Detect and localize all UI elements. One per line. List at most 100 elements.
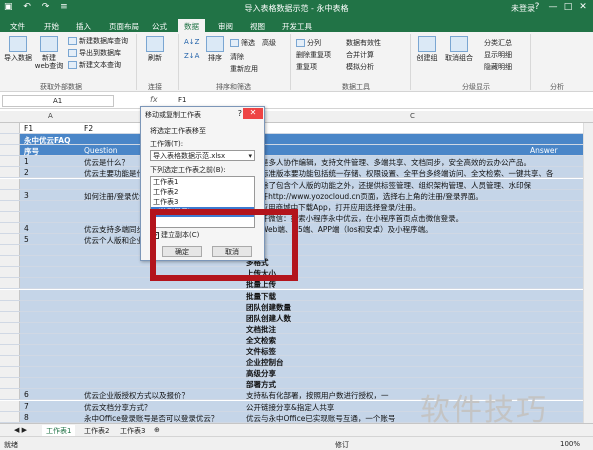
duplicate-items-button[interactable]: 重复项	[296, 62, 317, 72]
clear-button[interactable]: 清除	[230, 52, 244, 62]
export-db-button[interactable]: 导出到数据库	[68, 48, 121, 58]
vertical-scrollbar[interactable]	[583, 123, 593, 423]
minimize-button[interactable]: —	[546, 2, 560, 12]
list-item[interactable]: 工作表1	[151, 177, 254, 187]
row-index-cell[interactable]: 5	[24, 235, 29, 244]
row-index-cell[interactable]: 4	[24, 224, 29, 233]
tab-insert[interactable]: 插入	[70, 19, 97, 32]
table-cell[interactable]: Question	[84, 146, 118, 155]
row-header[interactable]	[0, 367, 20, 378]
tab-page-layout[interactable]: 页面布局	[103, 19, 145, 32]
workbook-select[interactable]: 导入表格数据示范.xlsx ▾	[150, 150, 255, 161]
help-button[interactable]: ?	[530, 2, 544, 12]
table-row[interactable]: 文件标签	[0, 345, 593, 357]
tab-view[interactable]: 视图	[244, 19, 271, 32]
tab-formulas[interactable]: 公式	[146, 19, 173, 32]
show-detail-button[interactable]: 显示明细	[484, 50, 512, 60]
row-header[interactable]	[0, 333, 20, 344]
table-row[interactable]: 企业控制台	[0, 356, 593, 368]
table-row[interactable]: 优云是什么？ 优云是多人协作编辑，支持文件管理、多端共享、文档同步，安全高效的云办…	[0, 156, 593, 168]
tab-file[interactable]: 文件	[4, 19, 31, 32]
table-row[interactable]: 高级分享	[0, 367, 593, 379]
list-item[interactable]: 工作表3	[151, 197, 254, 207]
row-header[interactable]	[0, 400, 20, 411]
table-row[interactable]: 全文检索	[0, 333, 593, 345]
row-header[interactable]	[0, 389, 20, 400]
row-header[interactable]	[0, 411, 20, 422]
row-header[interactable]	[0, 222, 20, 233]
table-row[interactable]: 序号 Question Answer	[0, 145, 593, 157]
tab-review[interactable]: 审阅	[212, 19, 239, 32]
advanced-button[interactable]: 高级	[262, 38, 276, 48]
row-header[interactable]	[0, 178, 20, 189]
hide-detail-button[interactable]: 隐藏明细	[484, 62, 512, 72]
row-header[interactable]	[0, 267, 20, 278]
dialog-close-button[interactable]: ✕	[243, 108, 263, 119]
close-button[interactable]: ✕	[576, 2, 590, 12]
row-index-cell[interactable]: 7	[24, 402, 29, 411]
row-header[interactable]	[0, 189, 20, 200]
row-header[interactable]	[0, 145, 20, 156]
split-button[interactable]: 分列	[296, 38, 321, 48]
sort-button[interactable]: 排序	[204, 36, 226, 62]
row-header[interactable]	[0, 322, 20, 333]
remove-duplicates-button[interactable]: 删除重复项	[296, 50, 331, 60]
table-row[interactable]: F1 F2	[0, 123, 593, 135]
reapply-button[interactable]: 重新应用	[230, 64, 258, 74]
row-header[interactable]	[0, 245, 20, 256]
name-box[interactable]: A1	[2, 95, 114, 107]
table-row[interactable]: 如何注册/登录优云？ 1.打开http://www.yozocloud.cn页面，…	[0, 189, 593, 201]
row-index-cell[interactable]: 1	[24, 157, 29, 166]
zoom-level[interactable]: 100%	[560, 440, 580, 448]
row-header[interactable]	[0, 200, 20, 211]
list-item[interactable]: 工作表2	[151, 187, 254, 197]
row-index-cell[interactable]: 6	[24, 390, 29, 399]
new-text-query-button[interactable]: 新建文本查询	[68, 60, 121, 70]
table-row[interactable]: 优云主要功能是什么？ 优云标准版本要功能包括统一存储、权限设置、全平台多终端访问、…	[0, 167, 593, 179]
row-header[interactable]	[0, 156, 20, 167]
import-data-button[interactable]: 导入数据	[4, 36, 32, 62]
row-header[interactable]	[0, 345, 20, 356]
fx-icon[interactable]: fx	[150, 95, 158, 104]
table-row[interactable]: 批量下载	[0, 289, 593, 301]
table-row[interactable]: 团队创建人数	[0, 311, 593, 323]
new-db-query-button[interactable]: 新建数据库查询	[68, 36, 128, 46]
row-header[interactable]	[0, 300, 20, 311]
row-header[interactable]	[0, 311, 20, 322]
table-cell[interactable]: F2	[84, 124, 93, 133]
row-header[interactable]	[0, 356, 20, 367]
row-header[interactable]	[0, 134, 20, 145]
data-validity-button[interactable]: 数据有效性	[346, 38, 381, 48]
dialog-help-button[interactable]: ?	[238, 109, 242, 118]
row-header[interactable]	[0, 167, 20, 178]
row-header[interactable]	[0, 256, 20, 267]
table-row[interactable]: 团队创建数量	[0, 300, 593, 312]
subtotal-button[interactable]: 分类汇总	[484, 38, 512, 48]
table-row[interactable]: 版本除了包含个人版的功能之外，还提供标签管理、组织架构管理、人员管理、水印保	[0, 178, 593, 190]
add-sheet-icon[interactable]: ⊕	[150, 425, 164, 435]
tab-data[interactable]: 数据	[178, 19, 205, 32]
row-header[interactable]	[0, 289, 20, 300]
new-web-query-button[interactable]: 新建 web查询	[34, 36, 64, 70]
table-cell[interactable]: 永中Office登录账号是否可以登录优云？	[84, 413, 218, 423]
table-row[interactable]: 永中优云FAQ	[0, 134, 593, 146]
create-group-button[interactable]: 创建组	[414, 36, 440, 62]
row-header[interactable]	[0, 278, 20, 289]
filter-button[interactable]: 筛选	[230, 38, 255, 48]
row-index-cell[interactable]: 8	[24, 413, 29, 422]
column-header[interactable]: C	[410, 112, 415, 120]
column-header[interactable]: A	[48, 112, 53, 120]
row-header[interactable]	[0, 211, 20, 222]
tab-developer[interactable]: 开发工具	[276, 19, 318, 32]
row-header[interactable]	[0, 378, 20, 389]
merge-calc-button[interactable]: 合并计算	[346, 50, 374, 60]
maximize-button[interactable]: □	[561, 2, 575, 12]
refresh-button[interactable]: 刷新	[144, 36, 166, 62]
row-index-cell[interactable]: 2	[24, 168, 29, 177]
formula-input[interactable]: F1	[178, 96, 186, 104]
row-header[interactable]	[0, 234, 20, 245]
table-row[interactable]: 文档批注	[0, 322, 593, 334]
table-cell[interactable]: Answer	[530, 146, 558, 155]
table-cell[interactable]: 优云与永中Office已实现账号互通，一个账号	[246, 413, 395, 423]
tab-home[interactable]: 开始	[38, 19, 65, 32]
